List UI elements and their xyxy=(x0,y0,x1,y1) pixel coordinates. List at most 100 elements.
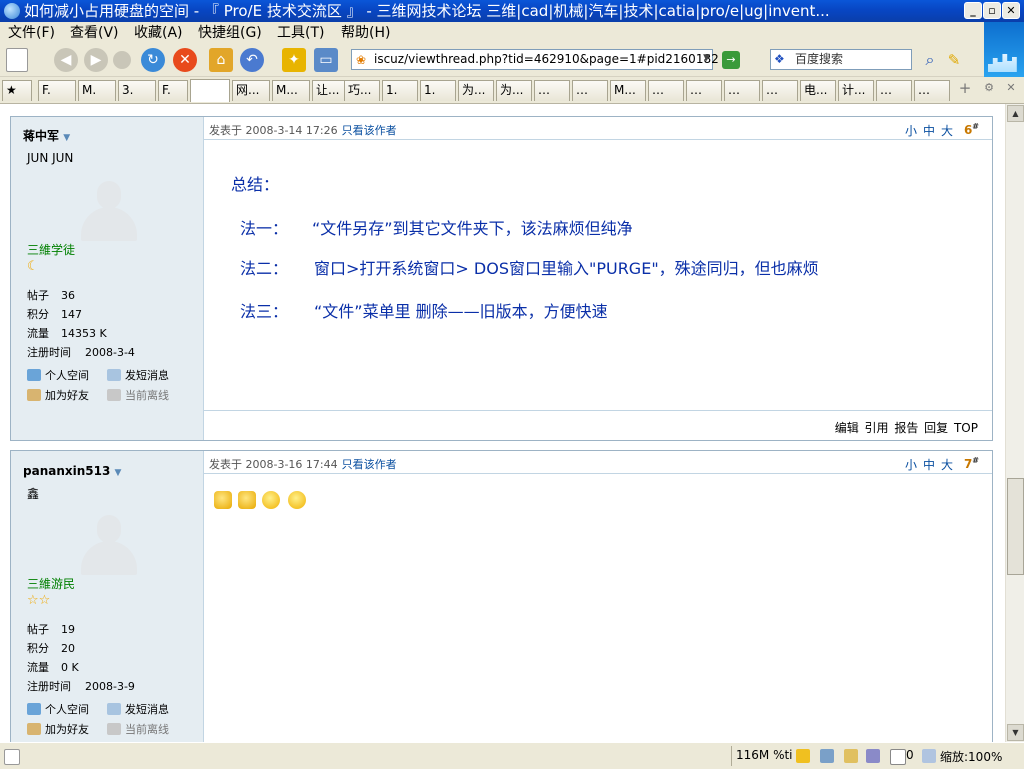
memory-usage[interactable]: 116M %ti xyxy=(736,748,793,762)
username[interactable]: pananxin513 ▼ xyxy=(23,464,121,478)
address-dropdown-icon[interactable]: ▼ xyxy=(703,53,710,63)
search-box[interactable]: ❖ 百度搜索 xyxy=(770,49,912,70)
search-icon[interactable]: ⌕ xyxy=(918,48,942,72)
tab-item[interactable]: … xyxy=(572,80,608,101)
method-2-text: 窗口>打开系统窗口> DOS窗口里输入"PURGE"，殊途同归，但也麻烦 xyxy=(314,259,819,278)
avatar[interactable] xyxy=(71,177,147,241)
add-friend-link[interactable]: 加为好友 xyxy=(27,387,89,403)
layers-icon[interactable] xyxy=(866,749,880,763)
undo-close-icon[interactable]: ↶ xyxy=(240,48,264,72)
menu-file[interactable]: 文件(F) xyxy=(8,24,55,42)
post-footer: 编辑 引用 报告 回复 TOP xyxy=(204,410,992,441)
add-friend-link[interactable]: 加为好友 xyxy=(27,721,89,737)
tab-item[interactable]: 1. xyxy=(420,80,456,101)
window-mode-icon[interactable] xyxy=(820,749,834,763)
tab-menu-icon[interactable]: ⚙ xyxy=(980,79,998,97)
menu-help[interactable]: 帮助(H) xyxy=(341,24,390,42)
forward-icon[interactable]: ▶ xyxy=(84,48,108,72)
tab-item[interactable]: … xyxy=(686,80,722,101)
send-message-link[interactable]: 发短消息 xyxy=(107,701,169,717)
method-1-label: 法一： xyxy=(240,219,289,238)
tab-item[interactable]: … xyxy=(762,80,798,101)
tab-item[interactable]: 电... xyxy=(800,80,836,101)
history-drop-icon[interactable] xyxy=(113,51,131,69)
menu-tools[interactable]: 工具(T) xyxy=(277,24,324,42)
tab-item[interactable]: 3. xyxy=(118,80,156,101)
refresh-icon[interactable]: ↻ xyxy=(141,48,165,72)
tab-bar: ★ F. M. 3. F. 网... M... 让... 巧... 1. 1. … xyxy=(0,77,1024,104)
stat-traffic: 流量 0 K xyxy=(27,661,79,674)
close-tab-icon[interactable]: ✕ xyxy=(1002,79,1020,97)
menu-view[interactable]: 查看(V) xyxy=(70,24,119,42)
tab-active[interactable] xyxy=(190,79,230,102)
stop-icon[interactable]: ✕ xyxy=(173,48,197,72)
tab-item[interactable]: F. xyxy=(38,80,76,101)
lightning-icon[interactable] xyxy=(796,749,810,763)
method-3-text: “文件”菜单里 删除——旧版本，方便快速 xyxy=(314,302,608,321)
author-only-link[interactable]: 只看该作者 xyxy=(342,458,397,471)
post-heading: 总结： xyxy=(231,175,280,194)
back-icon[interactable]: ◀ xyxy=(54,48,78,72)
navigation-toolbar: ◀ ▶ ↻ ✕ ⌂ ↶ ✦ ▭ ❀ iscuz/viewthread.php?t… xyxy=(0,44,984,77)
tab-item[interactable]: 1. xyxy=(382,80,418,101)
vertical-scrollbar[interactable]: ▲ ▼ xyxy=(1005,104,1024,742)
go-icon[interactable]: → xyxy=(722,51,740,69)
window-icon[interactable]: ▭ xyxy=(314,48,338,72)
tab-item[interactable]: 为... xyxy=(458,80,494,101)
tab-item[interactable]: M... xyxy=(610,80,646,101)
font-size-options[interactable]: 小中大 xyxy=(905,456,959,473)
method-1-text: “文件另存”到其它文件夹下，该法麻烦但纯净 xyxy=(312,219,633,238)
send-message-link[interactable]: 发短消息 xyxy=(107,367,169,383)
menu-groups[interactable]: 快捷组(G) xyxy=(198,24,262,42)
search-placeholder[interactable]: 百度搜索 xyxy=(795,52,843,67)
tab-pin[interactable]: ★ xyxy=(2,80,32,101)
avatar[interactable] xyxy=(71,511,147,575)
author-only-link[interactable]: 只看该作者 xyxy=(342,124,397,137)
home-icon[interactable]: ⌂ xyxy=(209,48,233,72)
address-bar[interactable]: ❀ iscuz/viewthread.php?tid=462910&page=1… xyxy=(351,49,719,70)
folder-icon[interactable] xyxy=(844,749,858,763)
scroll-up-icon[interactable]: ▲ xyxy=(1007,105,1024,122)
scroll-down-icon[interactable]: ▼ xyxy=(1007,724,1024,741)
tab-item[interactable]: … xyxy=(724,80,760,101)
close-button[interactable]: ✕ xyxy=(1002,2,1020,19)
font-size-options[interactable]: 小中大 xyxy=(905,122,959,139)
tab-item[interactable]: … xyxy=(914,80,950,101)
forum-post: 蒋中军 ▼ JUN JUN 三維学徒 ☾ 帖子 36 积分 147 流量 14353 … xyxy=(10,116,993,441)
magic-wand-icon[interactable]: ✦ xyxy=(282,48,306,72)
username[interactable]: 蒋中军 ▼ xyxy=(23,127,70,144)
post-actions[interactable]: 编辑 引用 报告 回复 TOP xyxy=(835,419,978,436)
popup-blocker-icon[interactable] xyxy=(890,749,906,765)
menu-favorites[interactable]: 收藏(A) xyxy=(134,24,183,42)
maximize-button[interactable]: ▫ xyxy=(983,2,1001,19)
personal-space-link[interactable]: 个人空间 xyxy=(27,367,89,383)
window-title: 如何减小占用硬盘的空间 - 『 Pro/E 技术交流区 』 - 三维网技术论坛 … xyxy=(24,2,830,20)
offline-user-icon xyxy=(107,723,121,735)
tab-item[interactable]: 网... xyxy=(232,80,270,101)
tab-item[interactable]: F. xyxy=(158,80,188,101)
stat-credits: 积分 20 xyxy=(27,642,75,655)
tab-item[interactable]: 巧... xyxy=(344,80,380,101)
highlight-icon[interactable]: ✎ xyxy=(942,48,966,72)
new-tab-icon[interactable]: + xyxy=(956,79,974,97)
user-rank: 三維学徒 xyxy=(27,243,76,257)
zoom-level[interactable]: 缩放:100% xyxy=(940,748,1002,765)
zoom-icon[interactable] xyxy=(922,749,936,763)
tab-item[interactable]: … xyxy=(648,80,684,101)
tab-item[interactable]: … xyxy=(534,80,570,101)
tab-item[interactable]: M... xyxy=(272,80,310,101)
popup-count[interactable]: 0 xyxy=(906,748,914,762)
stat-register-date: 注册时间 2008-3-9 xyxy=(27,680,135,693)
tab-item[interactable]: 计... xyxy=(838,80,874,101)
address-url[interactable]: iscuz/viewthread.php?tid=462910&page=1#p… xyxy=(374,52,719,67)
scroll-thumb[interactable] xyxy=(1007,478,1024,575)
personal-space-link[interactable]: 个人空间 xyxy=(27,701,89,717)
menu-bar: 文件(F) 查看(V) 收藏(A) 快捷组(G) 工具(T) 帮助(H) xyxy=(0,22,984,44)
minimize-button[interactable]: _ xyxy=(964,2,982,19)
post-floor-number[interactable]: 7# xyxy=(964,456,979,471)
tab-item[interactable]: … xyxy=(876,80,912,101)
tab-item[interactable]: 为... xyxy=(496,80,532,101)
new-page-icon[interactable] xyxy=(6,48,28,72)
post-floor-number[interactable]: 6# xyxy=(964,122,979,137)
tab-item[interactable]: M. xyxy=(78,80,116,101)
